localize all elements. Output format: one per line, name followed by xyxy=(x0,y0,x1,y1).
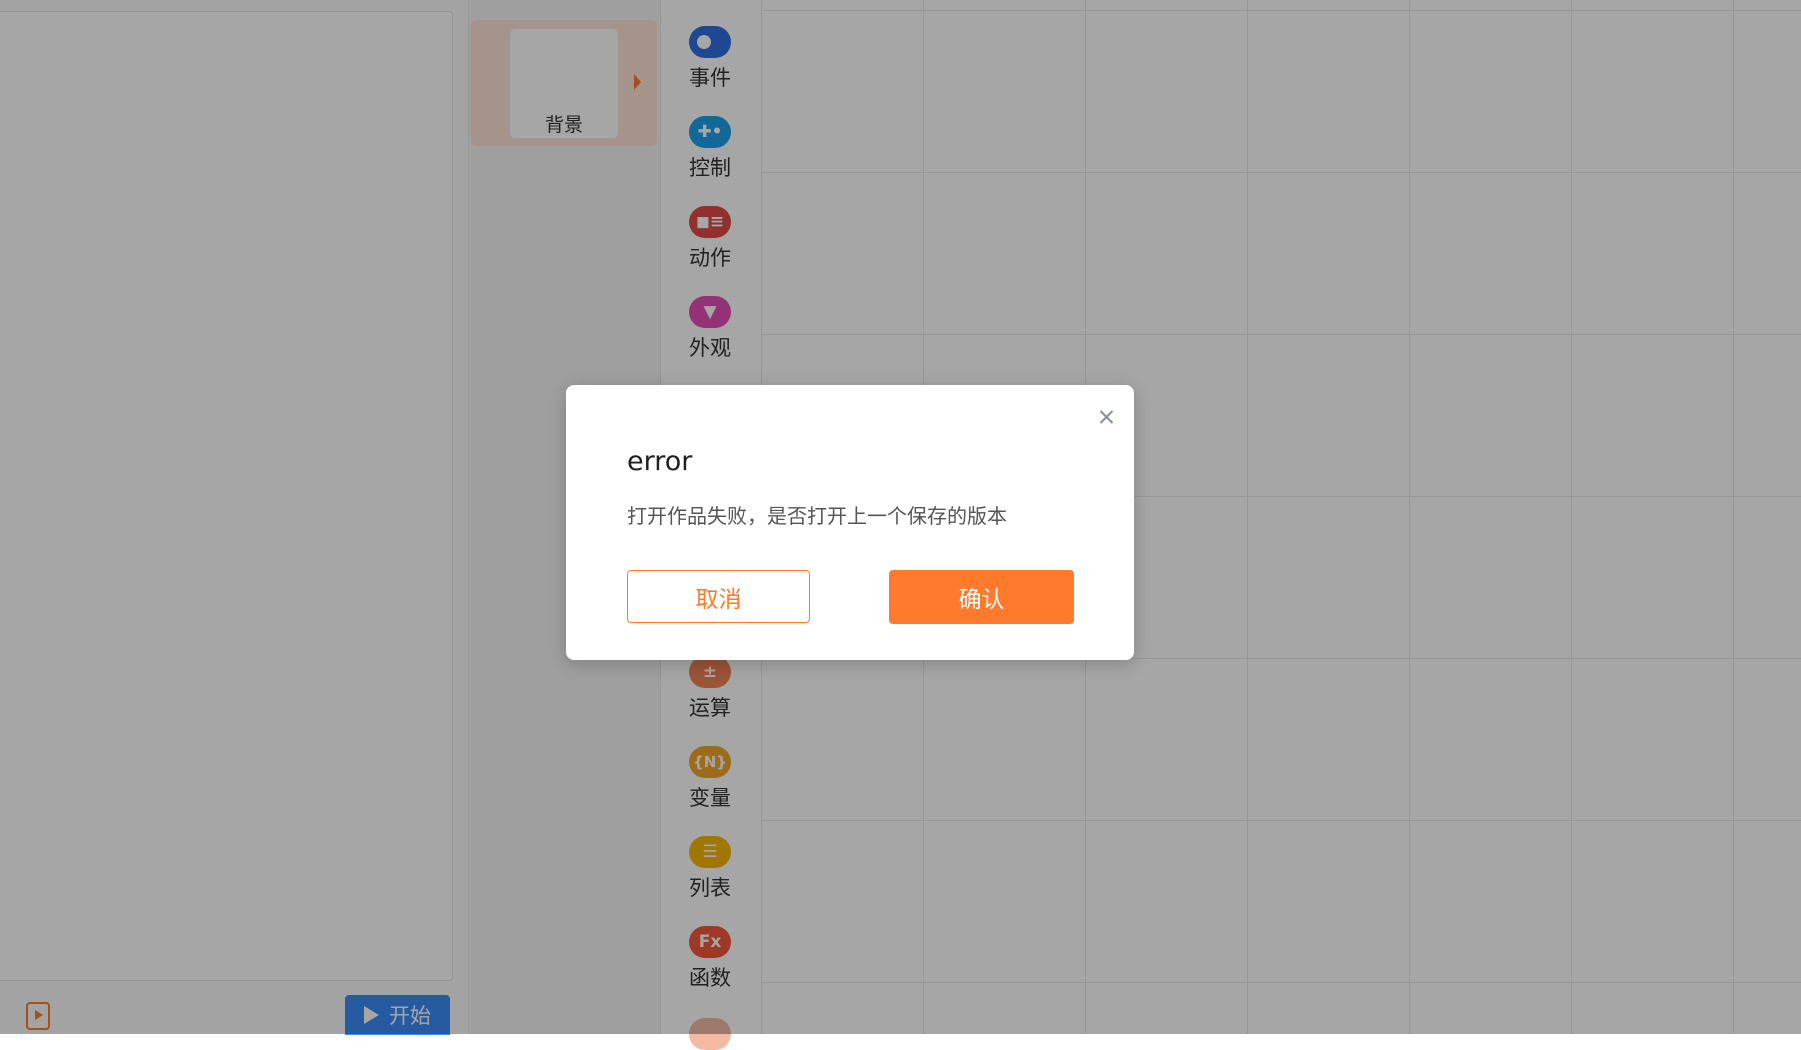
dialog-title: error xyxy=(627,446,693,477)
close-icon[interactable] xyxy=(1094,405,1118,429)
dialog-message: 打开作品失败，是否打开上一个保存的版本 xyxy=(627,504,1007,528)
error-dialog: error 打开作品失败，是否打开上一个保存的版本 取消 确认 xyxy=(566,385,1134,660)
confirm-button[interactable]: 确认 xyxy=(889,570,1074,624)
cancel-button[interactable]: 取消 xyxy=(627,570,810,623)
